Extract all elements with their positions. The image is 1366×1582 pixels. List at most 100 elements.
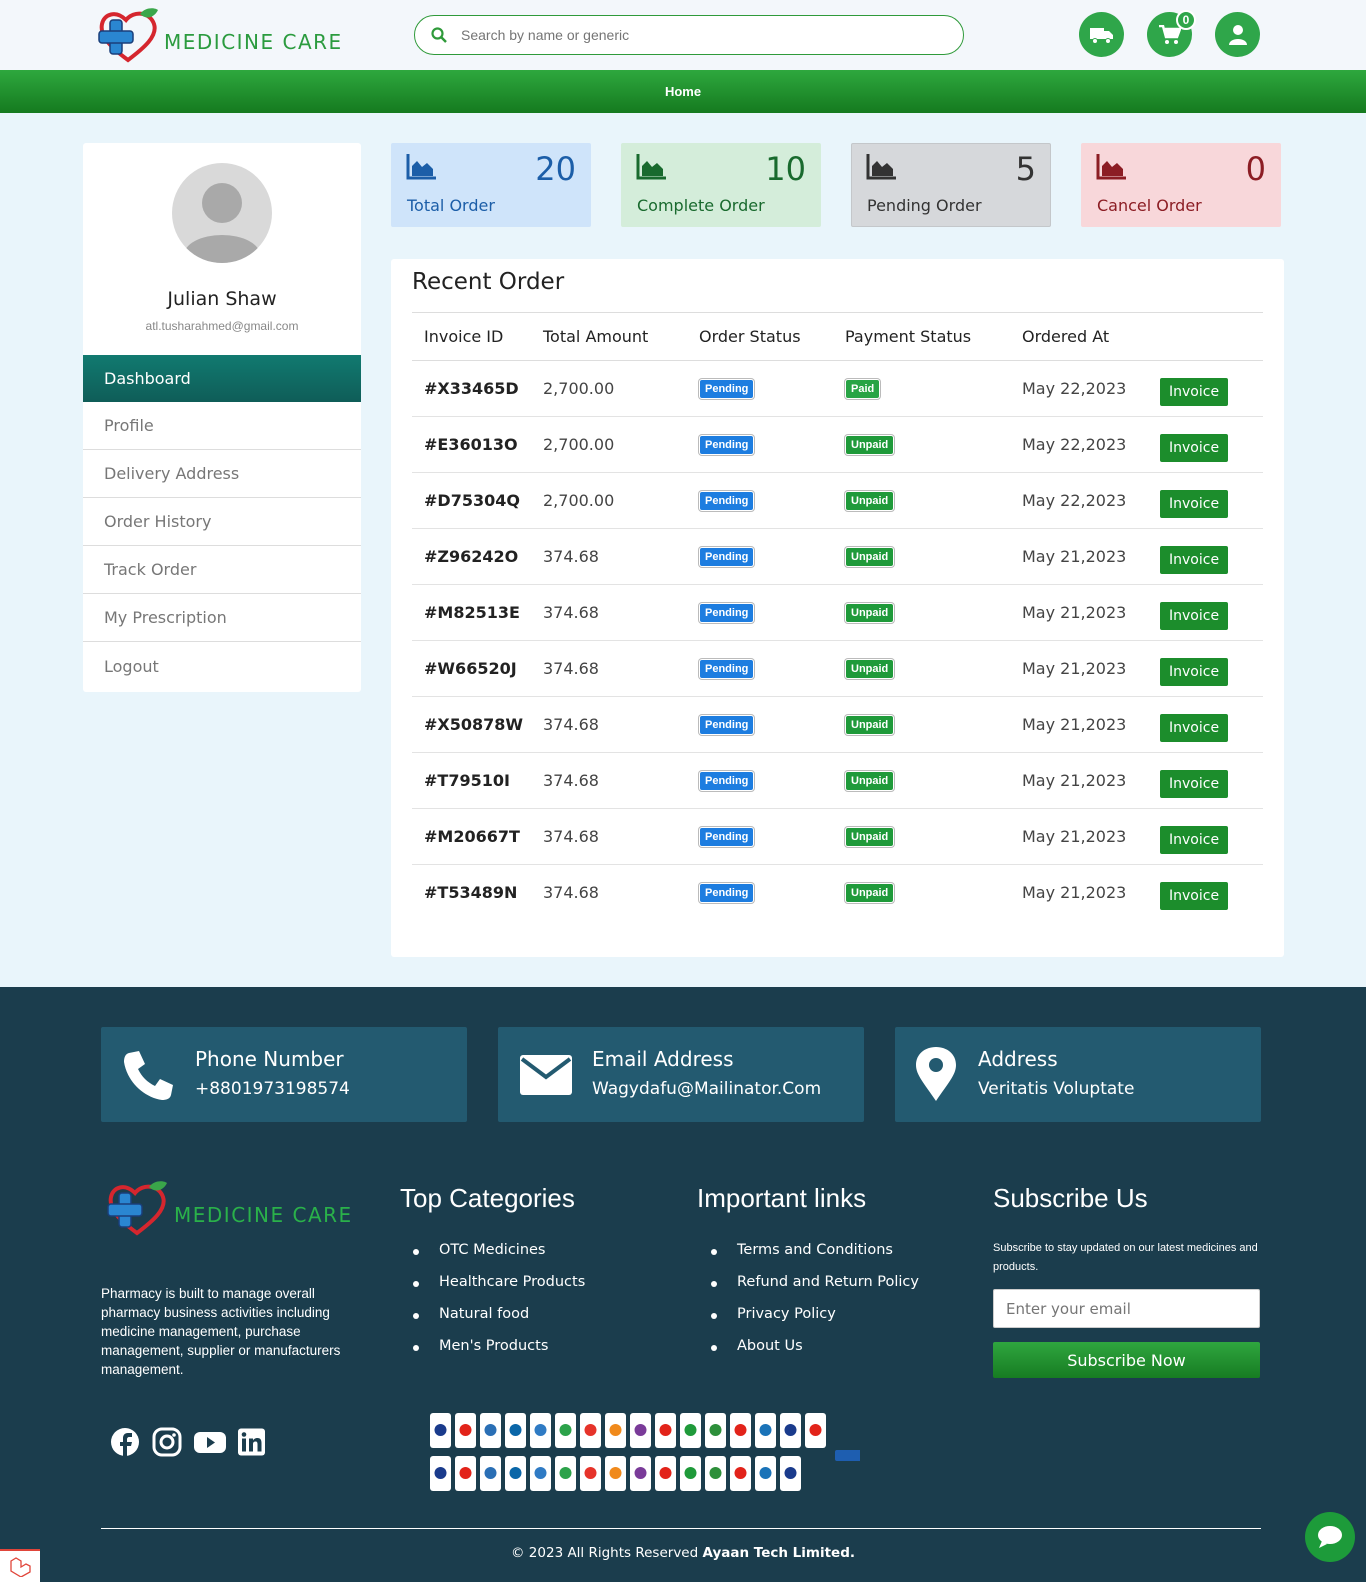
stat-label: Total Order (407, 196, 495, 215)
invoice-button[interactable]: Invoice (1160, 377, 1229, 406)
contact-email-value[interactable]: Wagydafu@Mailinator.Com (592, 1079, 821, 1099)
sidebar-item-profile[interactable]: Profile (83, 402, 361, 450)
actions-cell: Invoice (1160, 752, 1263, 809)
delivery-button[interactable] (1079, 12, 1124, 57)
brand-logo[interactable]: MEDICINE CARE (96, 6, 343, 64)
laravel-debug-icon[interactable] (0, 1549, 40, 1582)
contact-box-email: Email Address Wagydafu@Mailinator.Com (498, 1027, 864, 1122)
column-header-invoice-id: Invoice ID (412, 312, 543, 361)
user-email: atl.tusharahmed@gmail.com (145, 319, 299, 333)
total-amount-cell: 374.68 (543, 640, 699, 697)
recent-orders-title: Recent Order (412, 269, 565, 295)
search-bar[interactable] (414, 15, 964, 55)
table-row: #Z96242O 374.68 Pending Unpaid May 21,2023 In… (412, 528, 1263, 585)
order-status-badge: Pending (699, 882, 755, 903)
sidebar-item-my-prescription[interactable]: My Prescription (83, 594, 361, 642)
payment-status-badge: Unpaid (845, 770, 895, 791)
sidebar-item-dashboard[interactable]: Dashboard (83, 355, 361, 402)
table-row: #X33465D 2,700.00 Pending Paid May 22,2023 In… (412, 360, 1263, 417)
order-status-badge: Pending (699, 378, 755, 399)
search-input[interactable] (461, 27, 901, 43)
table-header-row: Invoice ID Total Amount Order Status Pay… (412, 312, 1263, 361)
invoice-button[interactable]: Invoice (1160, 881, 1229, 910)
footer-description: Pharmacy is built to manage overall phar… (101, 1286, 341, 1377)
main-nav: Home (0, 70, 1366, 113)
contact-phone-value[interactable]: +8801973198574 (195, 1079, 350, 1099)
sidebar-item-logout[interactable]: Logout (83, 642, 361, 690)
footer-important-link[interactable]: Terms and Conditions (711, 1242, 919, 1274)
footer-category-link[interactable]: Natural food (413, 1306, 585, 1338)
envelope-icon (520, 1055, 572, 1095)
order-status-badge: Pending (699, 434, 755, 455)
invoice-id-cell: #D75304Q (412, 472, 543, 529)
footer-category-link[interactable]: Men's Products (413, 1338, 585, 1370)
invoice-button[interactable]: Invoice (1160, 769, 1229, 798)
footer-important-link[interactable]: Refund and Return Policy (711, 1274, 919, 1306)
invoice-button[interactable]: Invoice (1160, 657, 1229, 686)
subscribe-email-input[interactable] (993, 1289, 1260, 1328)
area-chart-icon (636, 154, 666, 180)
invoice-button[interactable]: Invoice (1160, 489, 1229, 518)
cart-button[interactable]: 0 (1147, 10, 1196, 57)
instagram-icon[interactable] (152, 1427, 182, 1457)
total-amount-cell: 2,700.00 (543, 360, 699, 417)
copyright-company[interactable]: Ayaan Tech Limited. (702, 1545, 855, 1561)
account-button[interactable] (1215, 12, 1260, 57)
chat-button[interactable] (1305, 1512, 1355, 1562)
facebook-icon[interactable] (110, 1427, 140, 1457)
order-status-badge: Pending (699, 770, 755, 791)
actions-cell: Invoice (1160, 640, 1263, 697)
table-row: #M82513E 374.68 Pending Unpaid May 21,2023 In… (412, 584, 1263, 641)
ordered-at-cell: May 21,2023 (1022, 696, 1160, 753)
invoice-button[interactable]: Invoice (1160, 825, 1229, 854)
copyright-prefix: 2023 All Rights Reserved (528, 1545, 699, 1561)
footer-categories-list: OTC Medicines Healthcare Products Natura… (413, 1242, 585, 1370)
nav-home-link[interactable]: Home (665, 84, 701, 99)
sidebar-item-delivery-address[interactable]: Delivery Address (83, 450, 361, 498)
table-row: #W66520J 374.68 Pending Unpaid May 21,2023 In… (412, 640, 1263, 697)
payment-status-cell: Unpaid (845, 808, 1022, 865)
footer-subscribe-title: Subscribe Us (993, 1183, 1148, 1213)
footer-important-link[interactable]: Privacy Policy (711, 1306, 919, 1338)
area-chart-icon (406, 154, 436, 180)
ordered-at-cell: May 21,2023 (1022, 752, 1160, 809)
footer-category-link[interactable]: Healthcare Products (413, 1274, 585, 1306)
invoice-button[interactable]: Invoice (1160, 545, 1229, 574)
payment-status-cell: Unpaid (845, 752, 1022, 809)
invoice-button[interactable]: Invoice (1160, 433, 1229, 462)
invoice-button[interactable]: Invoice (1160, 713, 1229, 742)
payment-status-badge: Unpaid (845, 714, 895, 735)
total-amount-cell: 374.68 (543, 883, 599, 903)
footer-category-link[interactable]: OTC Medicines (413, 1242, 585, 1274)
sidebar-menu: Dashboard Profile Delivery Address Order… (83, 355, 361, 690)
table-row: #T79510I 374.68 Pending Unpaid May 21,2023 In… (412, 752, 1263, 809)
sidebar-item-order-history[interactable]: Order History (83, 498, 361, 546)
column-header-actions (1160, 312, 1263, 361)
payment-status-badge: Unpaid (845, 490, 895, 511)
ordered-at-cell: May 22,2023 (1022, 472, 1160, 529)
payment-status-badge: Unpaid (845, 658, 895, 679)
footer-important-link[interactable]: About Us (711, 1338, 919, 1370)
stat-value: 0 (1245, 150, 1266, 188)
phone-icon (124, 1051, 173, 1100)
subscribe-now-button[interactable]: Subscribe Now (993, 1342, 1260, 1378)
column-header-ordered-at: Ordered At (1022, 312, 1160, 361)
total-amount-cell: 374.68 (543, 752, 699, 809)
footer-brand-logo[interactable]: MEDICINE CARE (104, 1179, 353, 1237)
area-chart-icon (866, 154, 896, 180)
invoice-button[interactable]: Invoice (1160, 601, 1229, 630)
linkedin-icon[interactable] (238, 1427, 265, 1457)
orders-table: Invoice ID Total Amount Order Status Pay… (412, 312, 1263, 921)
youtube-icon[interactable] (194, 1427, 226, 1457)
contact-box-phone: Phone Number +8801973198574 (101, 1027, 467, 1122)
invoice-id-cell: #T79510I (412, 752, 543, 809)
truck-icon (1089, 27, 1113, 44)
footer-categories-title: Top Categories (400, 1183, 575, 1213)
sidebar-item-track-order[interactable]: Track Order (83, 546, 361, 594)
medicine-care-logo-icon (107, 1181, 167, 1236)
payment-status-badge: Unpaid (845, 826, 895, 847)
payment-status-cell: Unpaid (845, 640, 1022, 697)
total-amount-cell: 374.68 (543, 528, 699, 585)
table-row: #D75304Q 2,700.00 Pending Unpaid May 22,2023… (412, 472, 1263, 529)
payment-status-badge: Unpaid (845, 546, 895, 567)
